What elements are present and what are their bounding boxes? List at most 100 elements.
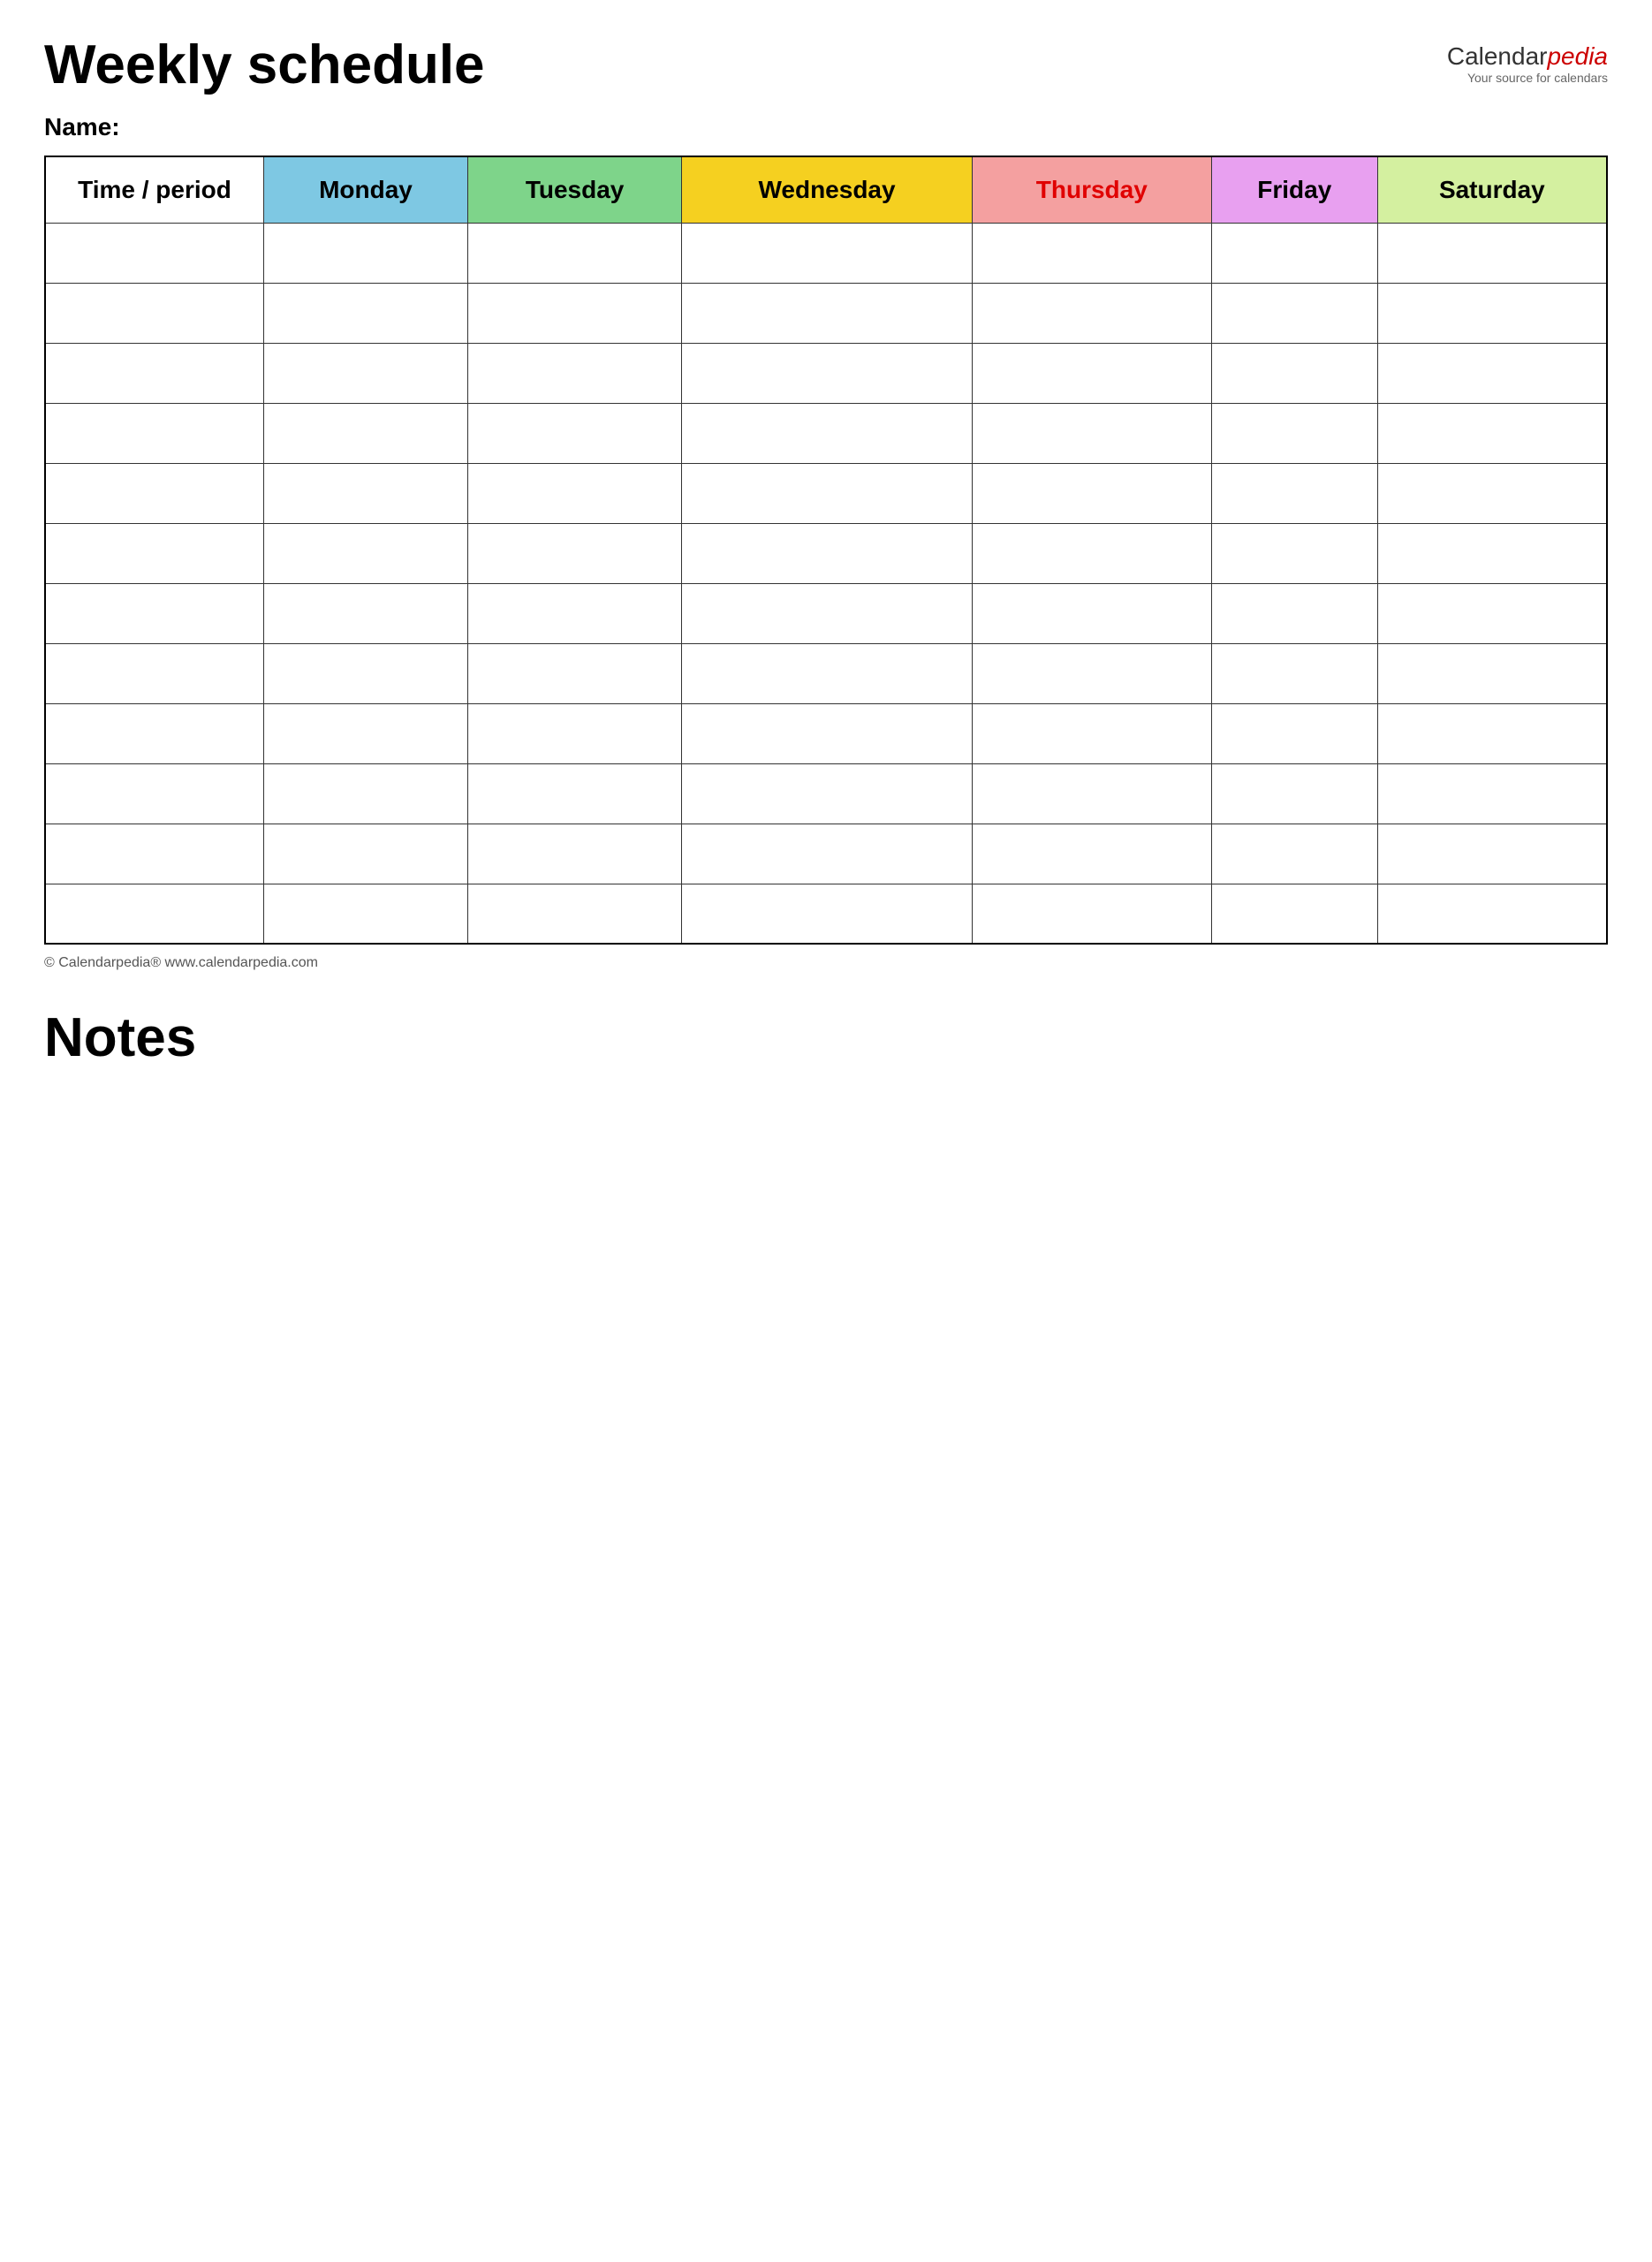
table-cell[interactable] [45, 463, 264, 523]
table-cell[interactable] [1377, 223, 1607, 283]
table-cell[interactable] [1377, 523, 1607, 583]
table-cell[interactable] [1211, 643, 1377, 703]
table-cell[interactable] [682, 824, 972, 884]
table-cell[interactable] [467, 403, 681, 463]
schedule-table: Time / period Monday Tuesday Wednesday T… [44, 156, 1608, 945]
table-cell[interactable] [264, 403, 468, 463]
table-cell[interactable] [467, 283, 681, 343]
table-cell[interactable] [467, 223, 681, 283]
table-cell[interactable] [1211, 403, 1377, 463]
table-cell[interactable] [264, 583, 468, 643]
table-cell[interactable] [1377, 763, 1607, 824]
table-cell[interactable] [264, 523, 468, 583]
table-cell[interactable] [1377, 283, 1607, 343]
table-cell[interactable] [972, 703, 1211, 763]
table-cell[interactable] [45, 403, 264, 463]
table-cell[interactable] [1211, 763, 1377, 824]
table-cell[interactable] [1211, 884, 1377, 944]
table-cell[interactable] [1211, 523, 1377, 583]
table-cell[interactable] [682, 583, 972, 643]
table-cell[interactable] [972, 643, 1211, 703]
table-cell[interactable] [972, 884, 1211, 944]
col-header-monday: Monday [264, 156, 468, 223]
table-cell[interactable] [972, 523, 1211, 583]
table-cell[interactable] [972, 223, 1211, 283]
table-cell[interactable] [682, 403, 972, 463]
table-cell[interactable] [467, 463, 681, 523]
table-cell[interactable] [45, 343, 264, 403]
table-cell[interactable] [467, 703, 681, 763]
table-cell[interactable] [264, 343, 468, 403]
table-row [45, 824, 1607, 884]
table-cell[interactable] [1377, 884, 1607, 944]
table-cell[interactable] [264, 463, 468, 523]
table-cell[interactable] [682, 763, 972, 824]
table-cell[interactable] [682, 343, 972, 403]
table-cell[interactable] [1377, 703, 1607, 763]
table-cell[interactable] [467, 523, 681, 583]
table-cell[interactable] [682, 283, 972, 343]
table-cell[interactable] [972, 343, 1211, 403]
table-cell[interactable] [264, 643, 468, 703]
table-row [45, 343, 1607, 403]
col-header-time: Time / period [45, 156, 264, 223]
table-cell[interactable] [264, 703, 468, 763]
table-row [45, 763, 1607, 824]
table-cell[interactable] [467, 643, 681, 703]
table-cell[interactable] [45, 583, 264, 643]
table-cell[interactable] [682, 223, 972, 283]
table-cell[interactable] [45, 223, 264, 283]
table-cell[interactable] [45, 824, 264, 884]
table-cell[interactable] [1211, 824, 1377, 884]
table-cell[interactable] [682, 643, 972, 703]
table-cell[interactable] [972, 403, 1211, 463]
table-row [45, 583, 1607, 643]
table-cell[interactable] [45, 703, 264, 763]
table-cell[interactable] [972, 283, 1211, 343]
table-cell[interactable] [467, 763, 681, 824]
col-header-friday: Friday [1211, 156, 1377, 223]
table-cell[interactable] [467, 824, 681, 884]
table-cell[interactable] [1211, 283, 1377, 343]
table-cell[interactable] [1377, 403, 1607, 463]
table-row [45, 463, 1607, 523]
col-header-tuesday: Tuesday [467, 156, 681, 223]
col-header-saturday: Saturday [1377, 156, 1607, 223]
table-cell[interactable] [1377, 643, 1607, 703]
table-cell[interactable] [972, 824, 1211, 884]
table-cell[interactable] [264, 884, 468, 944]
table-cell[interactable] [264, 283, 468, 343]
name-label: Name: [44, 113, 1608, 141]
table-cell[interactable] [467, 884, 681, 944]
col-header-thursday: Thursday [972, 156, 1211, 223]
table-cell[interactable] [1377, 343, 1607, 403]
table-cell[interactable] [972, 583, 1211, 643]
table-cell[interactable] [972, 763, 1211, 824]
table-cell[interactable] [264, 824, 468, 884]
table-cell[interactable] [972, 463, 1211, 523]
table-cell[interactable] [264, 223, 468, 283]
page-title: Weekly schedule [44, 35, 485, 95]
table-cell[interactable] [45, 643, 264, 703]
table-cell[interactable] [45, 884, 264, 944]
brand-prefix: Calendar [1447, 42, 1548, 70]
table-cell[interactable] [682, 523, 972, 583]
table-cell[interactable] [264, 763, 468, 824]
table-cell[interactable] [682, 884, 972, 944]
table-cell[interactable] [1211, 703, 1377, 763]
table-cell[interactable] [467, 343, 681, 403]
table-cell[interactable] [1377, 824, 1607, 884]
table-cell[interactable] [1377, 463, 1607, 523]
table-cell[interactable] [45, 523, 264, 583]
table-cell[interactable] [1211, 343, 1377, 403]
table-cell[interactable] [1211, 463, 1377, 523]
table-cell[interactable] [682, 463, 972, 523]
table-cell[interactable] [45, 283, 264, 343]
table-cell[interactable] [45, 763, 264, 824]
table-cell[interactable] [1377, 583, 1607, 643]
table-cell[interactable] [467, 583, 681, 643]
table-cell[interactable] [682, 703, 972, 763]
table-row [45, 703, 1607, 763]
table-cell[interactable] [1211, 223, 1377, 283]
table-cell[interactable] [1211, 583, 1377, 643]
